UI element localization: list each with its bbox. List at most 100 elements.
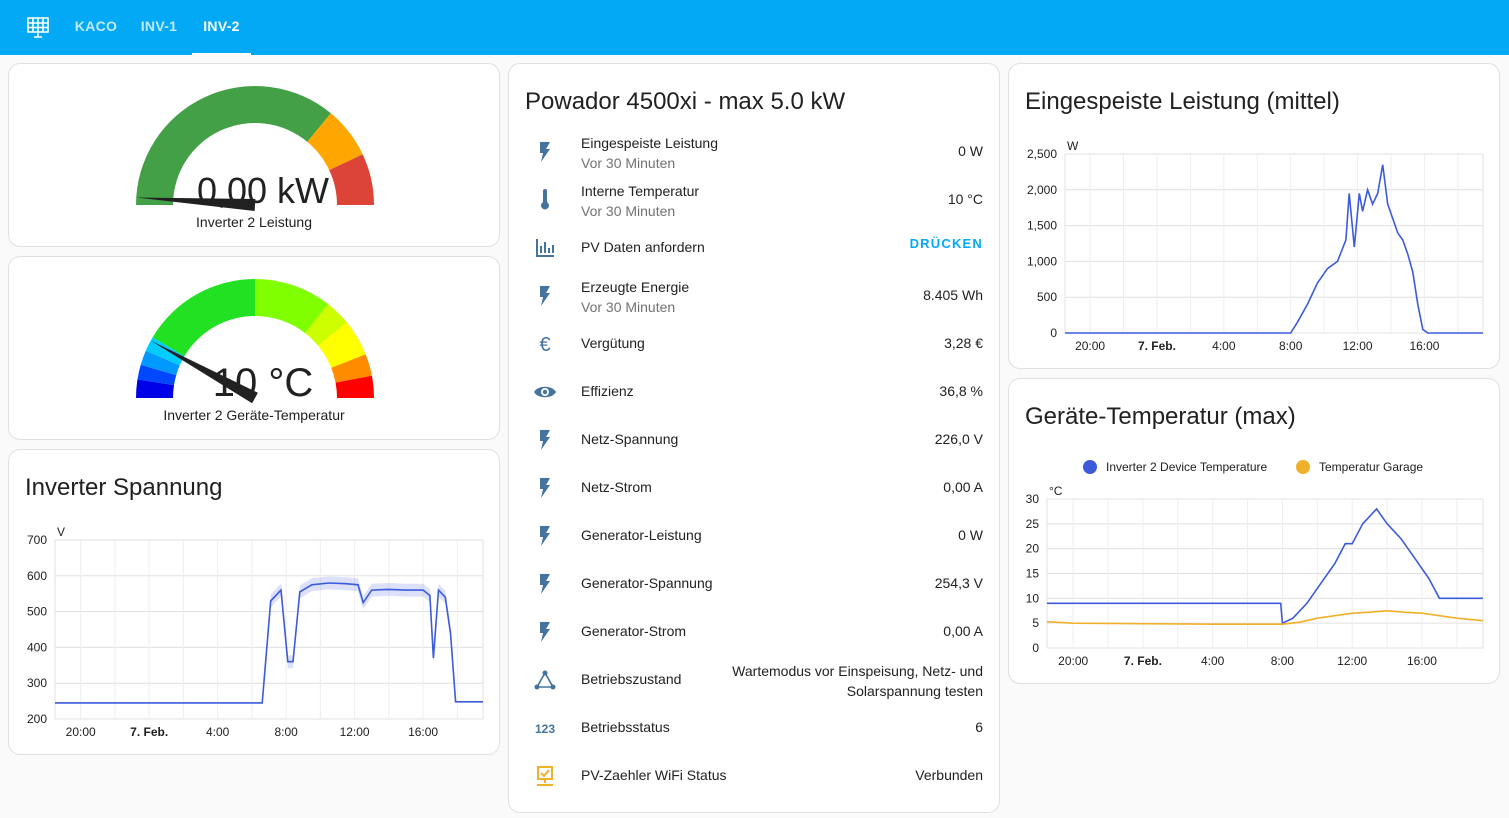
x-tick-label: 20:00 — [1058, 654, 1088, 668]
x-tick-label: 16:00 — [408, 725, 438, 739]
x-tick-label: 12:00 — [340, 725, 370, 739]
x-tick-label: 12:00 — [1343, 339, 1373, 353]
flash-icon — [540, 142, 550, 162]
series-line-0 — [1047, 507, 1483, 625]
entity-row[interactable]: Effizienz 36,8 % — [525, 368, 983, 416]
x-tick-label: 20:00 — [1075, 339, 1105, 353]
entity-name: PV Daten anfordern — [581, 239, 705, 255]
entity-name: Betriebszustand — [581, 671, 682, 687]
y-tick-label: 20 — [1026, 542, 1040, 556]
legend-label[interactable]: Inverter 2 Device Temperature — [1106, 460, 1268, 474]
entity-name: Betriebsstatus — [581, 719, 670, 735]
entity-row[interactable]: € Vergütung 3,28 € — [525, 320, 983, 368]
x-tick-label: 4:00 — [206, 725, 230, 739]
entity-row[interactable]: 123 Betriebsstatus 6 — [525, 704, 983, 752]
gauge-value: 0,00 kW — [197, 170, 329, 211]
x-tick-label: 12:00 — [1337, 654, 1367, 668]
entity-value: 0 W — [958, 527, 983, 543]
card-title: Powador 4500xi - max 5.0 kW — [525, 88, 846, 115]
entity-row[interactable]: Netz-Spannung 226,0 V — [525, 416, 983, 464]
entity-value: 3,28 € — [944, 335, 983, 351]
tab-inv-2[interactable]: INV-2 — [192, 0, 251, 55]
gauge-card-temperature[interactable]: 10 °C Inverter 2 Geräte-Temperatur — [8, 256, 500, 440]
flash-icon — [540, 478, 550, 498]
press-button[interactable]: DRÜCKEN — [910, 236, 983, 251]
y-tick-label: 400 — [27, 640, 47, 654]
solar-panel-grid-icon[interactable] — [26, 15, 50, 39]
x-tick-label: 4:00 — [1212, 339, 1236, 353]
y-tick-label: 2,500 — [1027, 147, 1057, 161]
y-tick-label: 0 — [1032, 641, 1039, 655]
flash-icon — [540, 286, 550, 306]
entity-row[interactable]: PV Daten anfordern DRÜCKEN — [525, 224, 983, 272]
x-tick-label: 8:00 — [1271, 654, 1295, 668]
gauge-value: 10 °C — [213, 361, 314, 405]
legend-label[interactable]: Temperatur Garage — [1319, 460, 1423, 474]
entity-value: 0,00 A — [943, 623, 983, 639]
entity-row[interactable]: Generator-Spannung 254,3 V — [525, 560, 983, 608]
series-line-0 — [55, 582, 483, 704]
entity-name: Generator-Leistung — [581, 527, 702, 543]
y-tick-label: 30 — [1026, 492, 1040, 506]
bar-chart-icon — [536, 239, 554, 257]
entity-row[interactable]: Interne Temperatur Vor 30 Minuten 10 °C — [525, 176, 983, 224]
svg-text:€: € — [539, 334, 550, 356]
entity-value: Wartemodus vor Einspeisung, Netz- und So… — [732, 663, 983, 699]
entity-name: Interne Temperatur — [581, 183, 700, 199]
x-tick-label: 8:00 — [1279, 339, 1303, 353]
y-axis-unit: °C — [1049, 484, 1063, 498]
legend-marker — [1296, 460, 1310, 474]
y-tick-label: 2,000 — [1027, 183, 1057, 197]
entity-value: 10 °C — [947, 191, 983, 207]
entity-row[interactable]: Eingespeiste Leistung Vor 30 Minuten 0 W — [525, 128, 983, 176]
entity-value: Verbunden — [915, 767, 983, 783]
voltage-chart[interactable]: 200 300 400 500 600 700 20:00 7. Feb. 4:00 8:00 12… — [9, 450, 501, 756]
y-tick-label: 300 — [27, 676, 47, 690]
x-tick-label: 8:00 — [274, 725, 298, 739]
entity-name: Netz-Strom — [581, 479, 652, 495]
euro-icon: € — [539, 334, 550, 356]
tab-inv-1[interactable]: INV-1 — [132, 0, 186, 55]
y-tick-label: 500 — [1037, 290, 1057, 304]
gauge-label: Inverter 2 Geräte-Temperatur — [163, 407, 345, 423]
tab-kaco[interactable]: KACO — [68, 0, 124, 55]
svg-text:123: 123 — [535, 722, 555, 736]
y-tick-label: 0 — [1050, 326, 1057, 340]
entity-last-updated: Vor 30 Minuten — [581, 155, 676, 171]
entity-name: Netz-Spannung — [581, 431, 679, 447]
fed-power-chart[interactable]: 0 500 1,000 1,500 2,000 2,500 20:00 7. Feb. 4:00… — [1009, 64, 1501, 370]
eye-icon — [534, 386, 556, 398]
y-tick-label: 25 — [1026, 517, 1040, 531]
y-axis-unit: W — [1067, 139, 1079, 153]
entities-card: Powador 4500xi - max 5.0 kW Eingespeiste… — [508, 63, 1000, 813]
wifi-status-icon — [537, 766, 553, 786]
gauge-label: Inverter 2 Leistung — [196, 214, 312, 230]
entity-row[interactable]: Generator-Strom 0,00 A — [525, 608, 983, 656]
entity-row[interactable]: Netz-Strom 0,00 A — [525, 464, 983, 512]
entity-value: 8.405 Wh — [923, 287, 983, 303]
entity-value: 0,00 A — [943, 479, 983, 495]
device-temperature-chart[interactable]: 0 5 10 15 20 25 30 20:00 7. Feb. 4:00 8:00 12:00 16:… — [1009, 379, 1501, 685]
entity-row[interactable]: Betriebszustand Wartemodus vor Einspeisun… — [525, 656, 983, 704]
flash-icon — [540, 574, 550, 594]
x-tick-label: 7. Feb. — [1138, 339, 1176, 353]
y-tick-label: 15 — [1026, 567, 1040, 581]
entity-value: 6 — [975, 719, 983, 735]
entity-row[interactable]: Generator-Leistung 0 W — [525, 512, 983, 560]
entity-row[interactable]: PV-Zaehler WiFi Status Verbunden — [525, 752, 983, 800]
entity-row[interactable]: Erzeugte Energie Vor 30 Minuten 8.405 Wh — [525, 272, 983, 320]
y-tick-label: 1,500 — [1027, 219, 1057, 233]
flash-icon — [540, 526, 550, 546]
y-tick-label: 600 — [27, 569, 47, 583]
entity-name: PV-Zaehler WiFi Status — [581, 767, 727, 783]
flash-icon — [540, 430, 550, 450]
x-tick-label: 7. Feb. — [1124, 654, 1162, 668]
entity-name: Eingespeiste Leistung — [581, 135, 718, 151]
min-max-band — [55, 576, 483, 703]
y-tick-label: 1,000 — [1027, 254, 1057, 268]
x-tick-label: 20:00 — [66, 725, 96, 739]
y-tick-label: 10 — [1026, 591, 1040, 605]
x-tick-label: 16:00 — [1409, 339, 1439, 353]
entity-last-updated: Vor 30 Minuten — [581, 299, 676, 315]
gauge-card-power[interactable]: 0,00 kW Inverter 2 Leistung — [8, 63, 500, 247]
